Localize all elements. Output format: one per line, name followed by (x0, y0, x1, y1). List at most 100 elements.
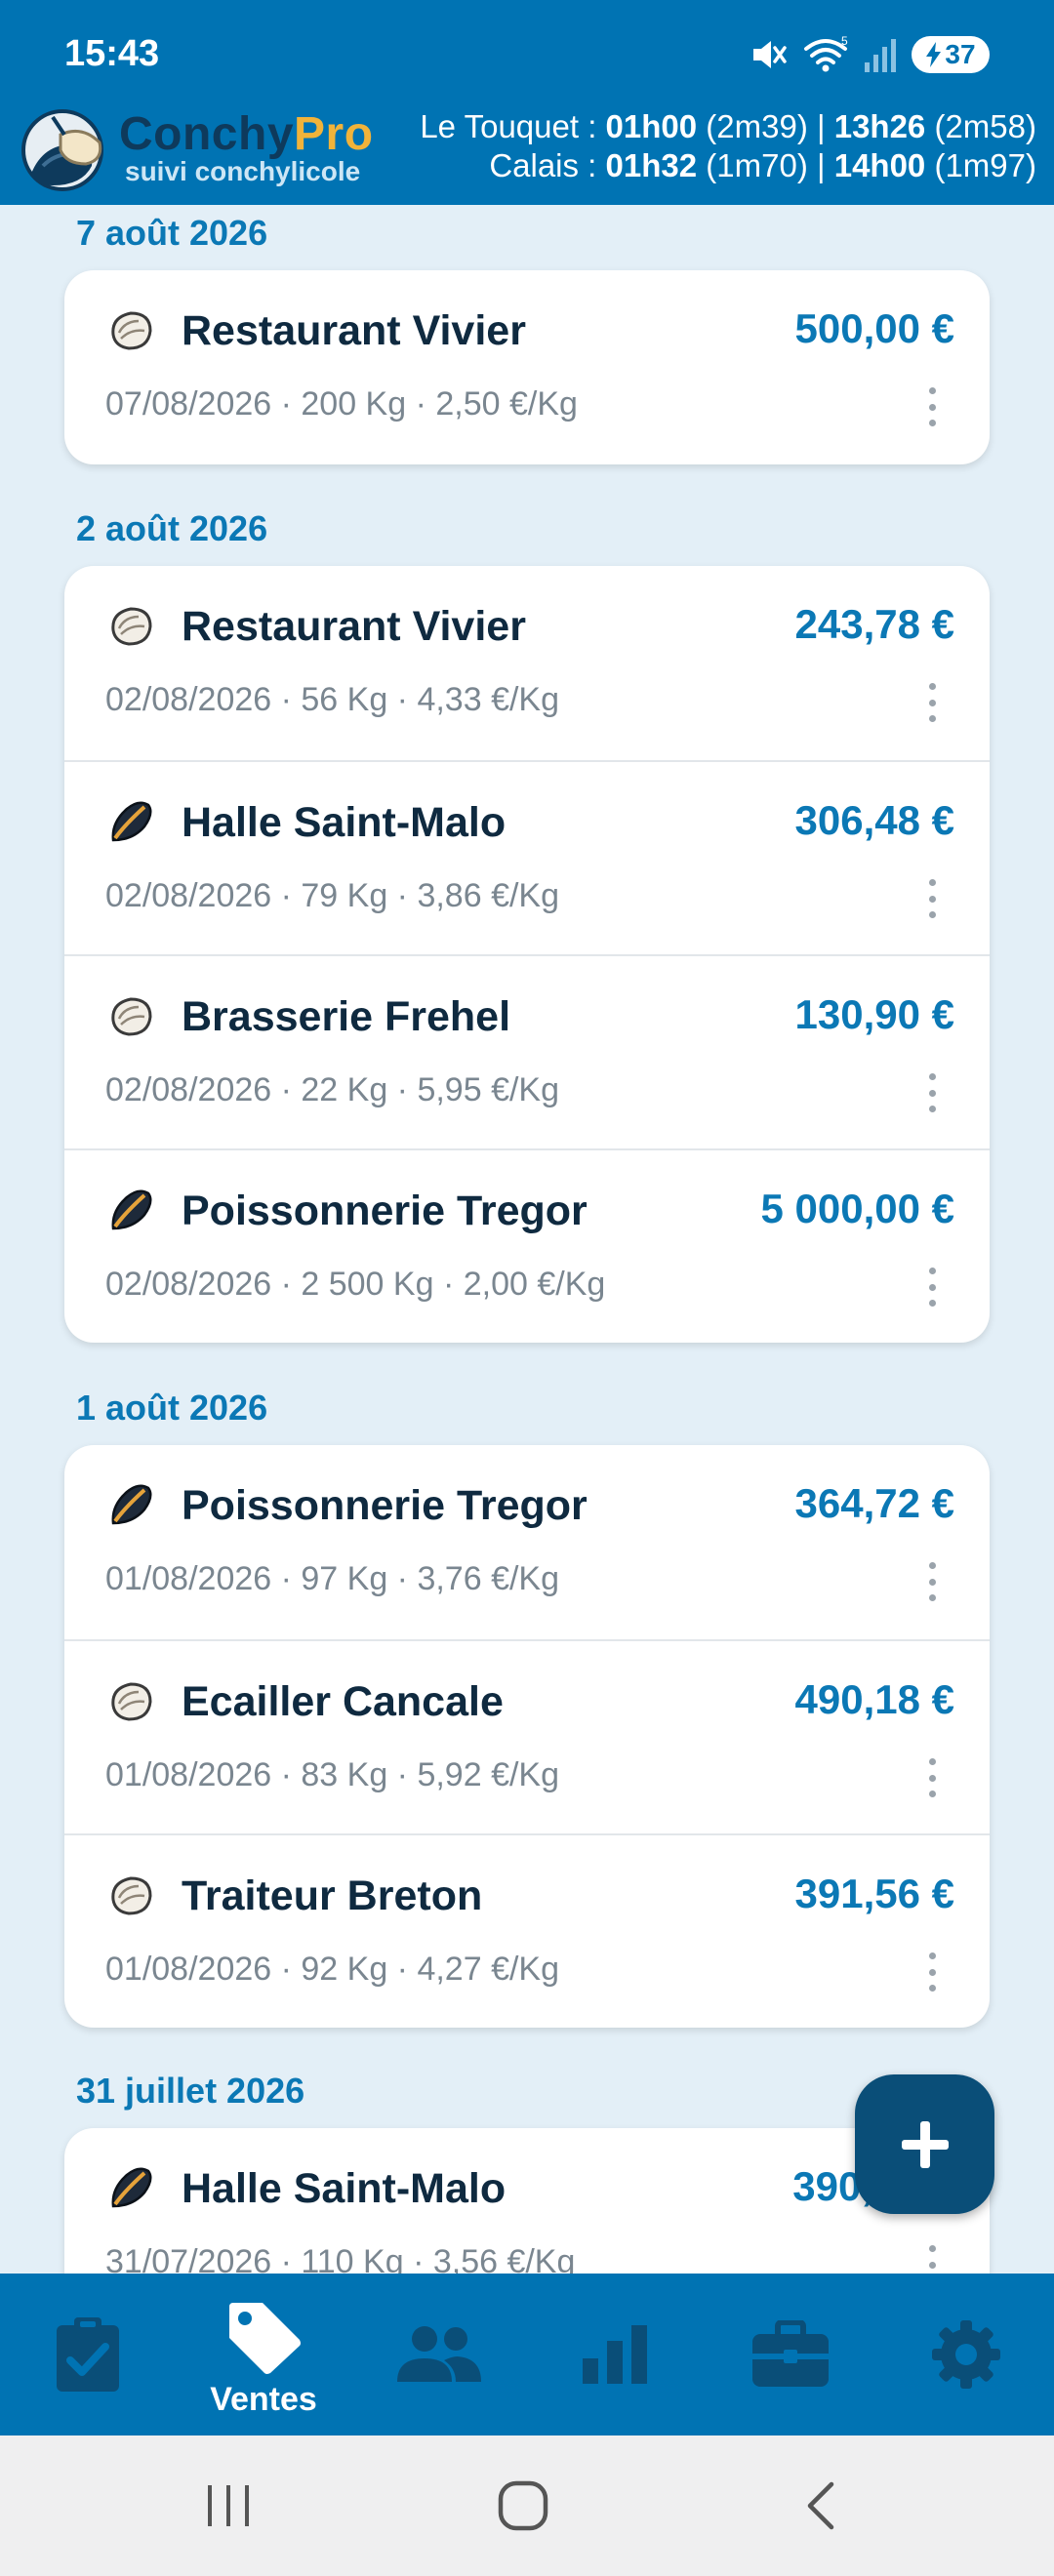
sale-detail: 02/08/2026 · 56 Kg · 4,33 €/Kg (105, 681, 560, 718)
wifi-icon: 5 (804, 35, 848, 72)
more-vert-icon[interactable] (925, 1952, 939, 1992)
nav-customers[interactable] (351, 2274, 527, 2435)
sale-amount: 364,72 € (794, 1480, 955, 1526)
app-subtitle: suivi conchylicole (125, 156, 361, 186)
sale-customer: Poissonnerie Tregor (182, 1187, 588, 1234)
logo-shell-icon (21, 109, 103, 191)
tag-icon (229, 2302, 301, 2374)
sale-detail: 01/08/2026 · 97 Kg · 3,76 €/Kg (105, 1560, 560, 1597)
oyster-icon (111, 1682, 152, 1721)
sale-customer: Halle Saint-Malo (182, 799, 507, 846)
home-icon (498, 2480, 548, 2531)
status-time: 15:43 (64, 33, 160, 74)
sale-detail: 01/08/2026 · 83 Kg · 5,92 €/Kg (105, 1756, 560, 1793)
date-header: 7 août 2026 (76, 213, 268, 253)
nav-statistics[interactable] (527, 2274, 703, 2435)
tide-line-calais: Calais : 01h32 (1m70) | 14h00 (1m97) (489, 147, 1036, 183)
sale-row[interactable]: Ecailler Cancale 490,18 € 01/08/2026 · 8… (64, 1639, 990, 1833)
tide-line-le-touquet: Le Touquet : 01h00 (2m39) | 13h26 (2m58) (420, 108, 1036, 144)
date-header: 1 août 2026 (76, 1388, 268, 1428)
sale-amount: 5 000,00 € (760, 1186, 954, 1231)
sale-amount: 306,48 € (794, 797, 955, 843)
more-vert-icon[interactable] (925, 1562, 939, 1601)
nav-ventes[interactable]: Ventes (176, 2274, 351, 2435)
nav-tasks[interactable] (0, 2274, 176, 2435)
plus-icon (901, 2120, 949, 2168)
sales-card: Halle Saint-Malo 390, 31/07/2026 · 110 K… (64, 2128, 990, 2274)
network-label: 5 (841, 35, 848, 48)
status-icons: 5 37 (750, 33, 990, 76)
back-icon (807, 2481, 834, 2530)
charging-bolt-icon (926, 42, 942, 67)
mussel-icon (111, 1484, 152, 1525)
more-vert-icon[interactable] (925, 1268, 939, 1307)
mussel-icon (111, 801, 152, 842)
more-vert-icon[interactable] (925, 1073, 939, 1112)
sale-customer: Restaurant Vivier (182, 603, 526, 650)
nav-stock[interactable] (703, 2274, 878, 2435)
sale-row[interactable]: Restaurant Vivier 500,00 € 07/08/2026 · … (64, 270, 990, 464)
app-brand: ConchyPro (119, 108, 374, 160)
oyster-icon (111, 607, 152, 646)
sale-detail: 01/08/2026 · 92 Kg · 4,27 €/Kg (105, 1951, 560, 1988)
more-vert-icon[interactable] (925, 683, 939, 722)
sale-amount: 243,78 € (794, 601, 955, 647)
sale-detail: 07/08/2026 · 200 Kg · 2,50 €/Kg (105, 385, 578, 423)
add-sale-button[interactable] (855, 2074, 994, 2214)
battery-icon: 37 (912, 36, 990, 73)
people-icon (397, 2326, 481, 2382)
sale-row[interactable]: Brasserie Frehel 130,90 € 02/08/2026 · 2… (64, 954, 990, 1148)
oyster-icon (111, 311, 152, 350)
sale-amount: 130,90 € (794, 991, 955, 1037)
nav-label-ventes: Ventes (210, 2380, 317, 2418)
sales-card: Restaurant Vivier 243,78 € 02/08/2026 · … (64, 566, 990, 1343)
sale-row[interactable]: Halle Saint-Malo 306,48 € 02/08/2026 · 7… (64, 760, 990, 954)
sale-amount: 490,18 € (794, 1676, 955, 1722)
gear-icon (932, 2320, 1000, 2389)
sale-amount: 391,56 € (794, 1871, 955, 1916)
sale-customer: Restaurant Vivier (182, 307, 526, 354)
sale-customer: Brasserie Frehel (182, 993, 511, 1040)
bottom-navigation: Ventes (0, 2274, 1054, 2435)
more-vert-icon[interactable] (925, 1758, 939, 1797)
app-header: ConchyPro suivi conchylicole Le Touquet … (0, 105, 1054, 205)
sale-detail: 31/07/2026 · 110 Kg · 3,56 €/Kg (105, 2243, 576, 2274)
date-header: 31 juillet 2026 (76, 2071, 305, 2111)
mussel-icon (111, 1189, 152, 1230)
mussel-icon (111, 2167, 152, 2208)
sale-detail: 02/08/2026 · 22 Kg · 5,95 €/Kg (105, 1071, 560, 1108)
recents-icon (208, 2485, 249, 2526)
date-header: 2 août 2026 (76, 508, 268, 548)
signal-icon (865, 39, 896, 72)
sale-row[interactable]: Poissonnerie Tregor 364,72 € 01/08/2026 … (64, 1445, 990, 1639)
sales-card: Poissonnerie Tregor 364,72 € 01/08/2026 … (64, 1445, 990, 2028)
system-navigation-bar (0, 2435, 1054, 2576)
nav-settings[interactable] (878, 2274, 1054, 2435)
sale-customer: Poissonnerie Tregor (182, 1482, 588, 1529)
sale-customer: Halle Saint-Malo (182, 2165, 507, 2212)
briefcase-icon (752, 2320, 829, 2387)
tide-info: Le Touquet : 01h00 (2m39) | 13h26 (2m58)… (420, 107, 1036, 185)
sale-detail: 02/08/2026 · 2 500 Kg · 2,00 €/Kg (105, 1266, 606, 1303)
more-vert-icon[interactable] (925, 2245, 939, 2274)
recents-button[interactable] (160, 2435, 297, 2576)
sale-row[interactable]: Traiteur Breton 391,56 € 01/08/2026 · 92… (64, 1833, 990, 2028)
oyster-icon (111, 997, 152, 1036)
sale-row[interactable]: Halle Saint-Malo 390, 31/07/2026 · 110 K… (64, 2128, 990, 2274)
clipboard-check-icon (57, 2317, 119, 2392)
sale-customer: Traiteur Breton (182, 1872, 483, 1919)
sales-list[interactable]: 7 août 2026 Restaurant Vivier 500,00 € 0… (0, 205, 1054, 2274)
back-button[interactable] (751, 2435, 888, 2576)
sales-card: Restaurant Vivier 500,00 € 07/08/2026 · … (64, 270, 990, 464)
status-bar: 15:43 5 37 (0, 0, 1054, 105)
bar-chart-icon (583, 2325, 647, 2384)
sale-row[interactable]: Restaurant Vivier 243,78 € 02/08/2026 · … (64, 566, 990, 760)
sale-row[interactable]: Poissonnerie Tregor 5 000,00 € 02/08/202… (64, 1148, 990, 1343)
sale-customer: Ecailler Cancale (182, 1678, 504, 1725)
mute-icon (753, 41, 787, 68)
oyster-icon (111, 1876, 152, 1915)
home-button[interactable] (455, 2435, 591, 2576)
more-vert-icon[interactable] (925, 387, 939, 426)
sale-detail: 02/08/2026 · 79 Kg · 3,86 €/Kg (105, 877, 560, 914)
more-vert-icon[interactable] (925, 879, 939, 918)
